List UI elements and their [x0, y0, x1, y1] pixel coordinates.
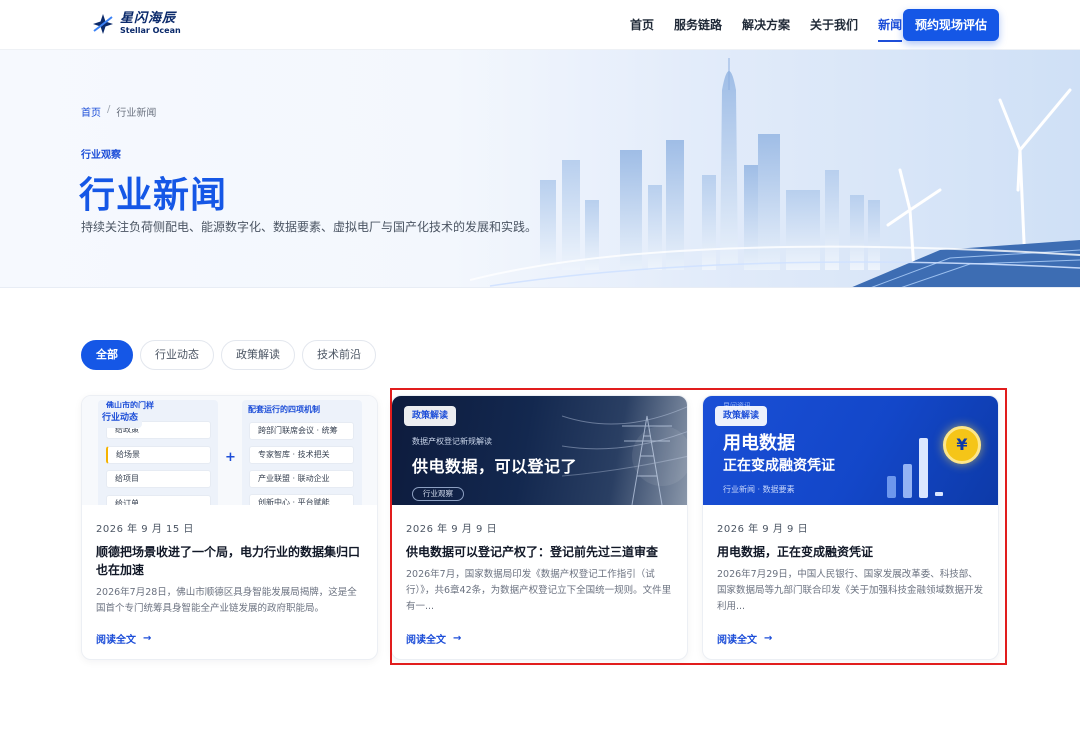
logo-star-icon	[92, 13, 114, 35]
breadcrumb-separator: /	[107, 104, 111, 115]
city-skyline-illustration	[470, 50, 1080, 287]
read-more-link[interactable]: 阅读全文 →	[406, 631, 461, 646]
diagram-box: 专家智库 · 技术把关	[249, 446, 354, 464]
read-more-label: 阅读全文	[717, 635, 757, 646]
breadcrumb-current: 行业新闻	[116, 108, 157, 119]
card-excerpt: 2026年7月28日，佛山市顺德区具身智能发展局揭牌，这是全国首个专门统筹具身智…	[96, 587, 357, 614]
cover-caption: 数据产权登记新规解读	[412, 437, 492, 446]
read-more-label: 阅读全文	[96, 635, 136, 646]
category-filter-tabs: 全部 行业动态 政策解读 技术前沿	[81, 340, 383, 370]
card-cover-image: 政策解读 数据产权登记新规解读 供电数据，可以登记了 行业观察	[392, 396, 687, 505]
card-title[interactable]: 用电数据，正在变成融资凭证	[717, 543, 985, 561]
hero-banner: 首页 / 行业新闻 行业观察 行业新闻 持续关注负荷侧配电、能源数字化、数据要素…	[0, 50, 1080, 288]
hero-eyebrow: 行业观察	[81, 150, 121, 161]
cover-caption: 行业新闻 · 数据要素	[723, 485, 795, 494]
news-card[interactable]: 早间资讯 政策解读 用电数据 正在变成融资凭证 行业新闻 · 数据要素 ¥ 20…	[702, 395, 999, 660]
card-title[interactable]: 顺德把场景收进了一个局，电力行业的数据集归口也在加速	[96, 543, 364, 579]
nav-news[interactable]: 新闻	[878, 0, 903, 50]
diagram-right-heading: 配套运行的四项机制	[248, 405, 320, 414]
page-title: 行业新闻	[79, 175, 228, 216]
book-assessment-button[interactable]: 预约现场评估	[903, 9, 999, 41]
arrow-right-icon: →	[143, 633, 152, 644]
card-date: 2026 年 9 月 9 日	[406, 524, 498, 535]
read-more-link[interactable]: 阅读全文 →	[717, 631, 772, 646]
news-card[interactable]: 佛山市的门样 配套运行的四项机制 给政策 给场景 给项目 给订单 + 跨部门联席…	[81, 395, 378, 660]
arrow-right-icon: →	[453, 633, 462, 644]
main-nav: 首页 服务链路 解决方案 关于我们 新闻	[630, 0, 922, 50]
card-cover-image: 佛山市的门样 配套运行的四项机制 给政策 给场景 给项目 给订单 + 跨部门联席…	[82, 396, 377, 505]
logo-name-en: Stellar Ocean	[120, 26, 181, 35]
page-subtitle: 持续关注负荷侧配电、能源数字化、数据要素、虚拟电厂与国产化技术的发展和实践。	[81, 220, 538, 234]
card-date: 2026 年 9 月 9 日	[717, 524, 809, 535]
card-date: 2026 年 9 月 15 日	[96, 524, 194, 535]
yuan-coin-icon: ¥	[943, 426, 981, 464]
diagram-plus-icon: +	[225, 450, 236, 465]
logo-name-cn: 星闪海辰	[120, 11, 177, 26]
diagram-box: 给场景	[106, 446, 211, 464]
card-category-tag: 行业动态	[98, 408, 143, 428]
read-more-label: 阅读全文	[406, 635, 446, 646]
breadcrumb: 首页 / 行业新闻	[81, 104, 156, 119]
news-card[interactable]: 政策解读 数据产权登记新规解读 供电数据，可以登记了 行业观察 2026 年 9…	[391, 395, 688, 660]
breadcrumb-home-link[interactable]: 首页	[81, 104, 101, 119]
coin-symbol: ¥	[956, 435, 968, 454]
cover-pill: 行业观察	[412, 487, 464, 501]
card-category-tag: 政策解读	[715, 406, 768, 426]
site-header: 星闪海辰 Stellar Ocean 首页 服务链路 解决方案 关于我们 新闻 …	[0, 0, 1080, 50]
filter-tech-frontier[interactable]: 技术前沿	[302, 340, 376, 370]
card-category-tag: 政策解读	[404, 406, 457, 426]
filter-policy-interpretation[interactable]: 政策解读	[221, 340, 295, 370]
cover-headline: 用电数据	[723, 433, 795, 454]
diagram-box: 给订单	[106, 495, 211, 505]
diagram-box: 跨部门联席会议 · 统筹	[249, 422, 354, 440]
card-cover-image: 早间资讯 政策解读 用电数据 正在变成融资凭证 行业新闻 · 数据要素 ¥	[703, 396, 998, 505]
diagram-box: 创新中心 · 平台赋能	[249, 494, 354, 505]
card-title[interactable]: 供电数据可以登记产权了：登记前先过三道审查	[406, 543, 674, 561]
card-excerpt: 2026年7月29日，中国人民银行、国家发展改革委、科技部、国家数据局等九部门联…	[717, 569, 984, 612]
nav-home[interactable]: 首页	[630, 0, 654, 50]
filter-industry-news[interactable]: 行业动态	[140, 340, 214, 370]
diagram-box: 给项目	[106, 470, 211, 488]
nav-about[interactable]: 关于我们	[810, 0, 858, 50]
arrow-right-icon: →	[764, 633, 773, 644]
nav-solutions[interactable]: 解决方案	[742, 0, 790, 50]
card-excerpt: 2026年7月，国家数据局印发《数据产权登记工作指引（试行）》，共6章42条，为…	[406, 569, 672, 612]
cover-subheadline: 正在变成融资凭证	[723, 458, 835, 474]
cover-headline: 供电数据，可以登记了	[412, 457, 578, 476]
logo[interactable]: 星闪海辰 Stellar Ocean	[92, 12, 181, 35]
nav-service-chain[interactable]: 服务链路	[674, 0, 722, 50]
read-more-link[interactable]: 阅读全文 →	[96, 631, 151, 646]
filter-all[interactable]: 全部	[81, 340, 133, 370]
power-pylon-illustration	[562, 406, 687, 505]
diagram-box: 产业联盟 · 联动企业	[249, 470, 354, 488]
